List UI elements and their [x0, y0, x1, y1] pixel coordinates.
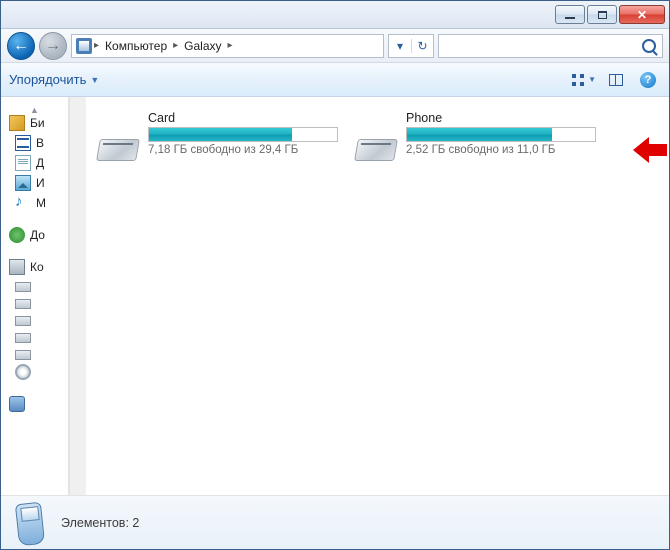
item-count-label: Элементов: 2	[61, 516, 139, 530]
crumb-computer[interactable]: Компьютер	[101, 39, 171, 53]
help-icon: ?	[640, 72, 656, 88]
homegroup-icon	[9, 227, 25, 243]
drive-icon	[15, 350, 31, 360]
nav-bar: ← → ▸ Компьютер ▸ Galaxy ▸ ▾ ↻	[1, 29, 669, 63]
documents-icon	[15, 155, 31, 171]
preview-pane-button[interactable]	[603, 69, 629, 91]
sidebar-pictures[interactable]: И	[1, 173, 68, 193]
minimize-button[interactable]	[555, 5, 585, 24]
sidebar-item-label: И	[36, 176, 45, 190]
sidebar-item-label: В	[36, 136, 44, 150]
scroll-up-icon[interactable]: ▲	[1, 105, 68, 113]
navigation-pane: ▲ Би В Д И М	[1, 97, 69, 495]
address-bar[interactable]: ▸ Компьютер ▸ Galaxy ▸	[71, 34, 384, 58]
sidebar-homegroup[interactable]: До	[1, 225, 68, 245]
search-icon	[642, 39, 656, 53]
drive-icon	[15, 316, 31, 326]
address-buttons: ▾ ↻	[388, 34, 434, 58]
sidebar-videos[interactable]: В	[1, 133, 68, 153]
sidebar-item-label: Ко	[30, 260, 44, 274]
drive-icon	[15, 299, 31, 309]
pane-icon	[609, 74, 623, 86]
chevron-down-icon: ▼	[588, 75, 596, 84]
sidebar-item-label: До	[30, 228, 45, 242]
close-button[interactable]: ✕	[619, 5, 665, 24]
sidebar-drive[interactable]	[1, 345, 68, 362]
phone-icon	[9, 396, 25, 412]
drive-name: Phone	[406, 111, 596, 125]
storage-icon	[98, 125, 138, 161]
chevron-down-icon: ▼	[90, 75, 99, 85]
details-pane: Элементов: 2	[1, 495, 669, 549]
free-space-text: 2,52 ГБ свободно из 11,0 ГБ	[406, 144, 596, 156]
tiles-view-icon	[572, 74, 584, 86]
search-input[interactable]	[438, 34, 663, 58]
sidebar-computer[interactable]: Ко	[1, 257, 68, 277]
history-dropdown[interactable]: ▾	[389, 39, 411, 53]
sidebar-item-label: Би	[30, 116, 45, 130]
drive-name: Card	[148, 111, 338, 125]
device-large-icon	[11, 501, 49, 545]
annotation-arrow	[633, 137, 667, 163]
sidebar-item-label: Д	[36, 156, 44, 170]
sidebar-drive[interactable]	[1, 294, 68, 311]
crumb-folder[interactable]: Galaxy	[180, 39, 225, 53]
videos-icon	[15, 135, 31, 151]
maximize-button[interactable]	[587, 5, 617, 24]
organize-label: Упорядочить	[9, 72, 86, 87]
drive-tile-phone[interactable]: Phone 2,52 ГБ свободно из 11,0 ГБ	[356, 111, 596, 161]
libraries-icon	[9, 115, 25, 131]
usage-bar-fill	[407, 128, 552, 141]
dvd-icon	[15, 364, 31, 380]
music-icon	[15, 195, 31, 211]
device-icon	[76, 38, 92, 54]
drive-icon	[15, 282, 31, 292]
pictures-icon	[15, 175, 31, 191]
usage-bar	[406, 127, 596, 142]
help-button[interactable]: ?	[635, 69, 661, 91]
chevron-right-icon: ▸	[94, 40, 99, 51]
sidebar-drive[interactable]	[1, 311, 68, 328]
command-bar: Упорядочить ▼ ▼ ?	[1, 63, 669, 97]
storage-icon	[356, 125, 396, 161]
organize-menu[interactable]: Упорядочить ▼	[9, 72, 99, 87]
sidebar-dvd[interactable]	[1, 362, 68, 382]
refresh-button[interactable]: ↻	[411, 39, 433, 53]
sidebar-libraries[interactable]: Би	[1, 113, 68, 133]
drive-icon	[15, 333, 31, 343]
view-options-button[interactable]: ▼	[571, 69, 597, 91]
sidebar-scrollbar[interactable]	[69, 97, 86, 495]
drive-tile-card[interactable]: Card 7,18 ГБ свободно из 29,4 ГБ	[98, 111, 338, 161]
usage-bar-fill	[149, 128, 292, 141]
free-space-text: 7,18 ГБ свободно из 29,4 ГБ	[148, 144, 338, 156]
forward-button[interactable]: →	[39, 32, 67, 60]
back-button[interactable]: ←	[7, 32, 35, 60]
chevron-right-icon: ▸	[228, 40, 233, 51]
usage-bar	[148, 127, 338, 142]
sidebar-documents[interactable]: Д	[1, 153, 68, 173]
chevron-right-icon: ▸	[173, 40, 178, 51]
sidebar-drive[interactable]	[1, 277, 68, 294]
explorer-window: ✕ ← → ▸ Компьютер ▸ Galaxy ▸ ▾ ↻ Упорядо…	[0, 0, 670, 550]
computer-icon	[9, 259, 25, 275]
sidebar-item-label: М	[36, 196, 46, 210]
content-area[interactable]: Card 7,18 ГБ свободно из 29,4 ГБ Phone	[86, 97, 669, 495]
explorer-body: ▲ Би В Д И М	[1, 97, 669, 495]
sidebar-drive[interactable]	[1, 328, 68, 345]
sidebar-music[interactable]: М	[1, 193, 68, 213]
titlebar: ✕	[1, 1, 669, 29]
sidebar-device[interactable]	[1, 394, 68, 414]
